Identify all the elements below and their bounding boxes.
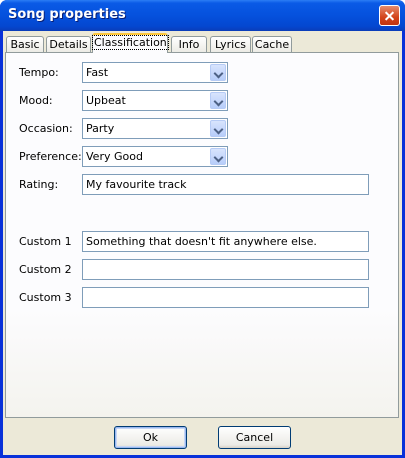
mood-label: Mood: <box>19 94 53 107</box>
tab-details[interactable]: Details <box>46 36 91 52</box>
chevron-down-icon[interactable] <box>210 148 226 165</box>
tab-label: Basic <box>10 38 40 51</box>
tempo-dropdown[interactable]: Fast <box>82 62 228 83</box>
chevron-down-icon[interactable] <box>210 120 226 137</box>
tab-label: Info <box>178 38 200 51</box>
occasion-label: Occasion: <box>19 122 73 135</box>
rating-label: Rating: <box>19 178 59 191</box>
tab-lyrics[interactable]: Lyrics <box>210 36 251 52</box>
custom2-label: Custom 2 <box>19 263 72 276</box>
tab-info[interactable]: Info <box>171 36 207 52</box>
ok-button[interactable]: Ok <box>114 426 187 449</box>
custom1-value: Something that doesn't fit anywhere else… <box>86 235 317 248</box>
tab-label: Details <box>49 38 88 51</box>
classification-panel: Tempo: Fast Mood: Upbeat Occasion: Party… <box>5 52 399 418</box>
custom1-label: Custom 1 <box>19 235 72 248</box>
song-properties-window: Song properties Basic Details Classifica… <box>0 0 405 458</box>
tab-label: Lyrics <box>215 38 246 51</box>
dialog-body: Basic Details Classification Info Lyrics… <box>3 31 402 455</box>
custom2-field[interactable] <box>82 259 369 280</box>
mood-dropdown[interactable]: Upbeat <box>82 90 228 111</box>
tab-label: Classification <box>92 35 169 50</box>
occasion-dropdown[interactable]: Party <box>82 118 228 139</box>
preference-label: Preference: <box>19 150 82 163</box>
tab-label: Cache <box>254 38 290 51</box>
tab-basic[interactable]: Basic <box>6 36 44 52</box>
window-title: Song properties <box>8 7 126 22</box>
preference-value: Very Good <box>86 150 143 163</box>
title-bar[interactable]: Song properties <box>0 0 405 31</box>
cancel-button[interactable]: Cancel <box>218 426 291 449</box>
rating-field[interactable]: My favourite track <box>82 174 369 195</box>
close-button[interactable] <box>379 5 400 26</box>
occasion-value: Party <box>86 122 115 135</box>
mood-value: Upbeat <box>86 94 126 107</box>
rating-value: My favourite track <box>86 178 187 191</box>
tempo-value: Fast <box>86 66 109 79</box>
tab-classification[interactable]: Classification <box>92 33 169 53</box>
custom3-label: Custom 3 <box>19 291 72 304</box>
preference-dropdown[interactable]: Very Good <box>82 146 228 167</box>
chevron-down-icon[interactable] <box>210 92 226 109</box>
custom3-field[interactable] <box>82 287 369 308</box>
tab-cache[interactable]: Cache <box>252 36 292 52</box>
chevron-down-icon[interactable] <box>210 64 226 81</box>
custom1-field[interactable]: Something that doesn't fit anywhere else… <box>82 231 369 252</box>
tempo-label: Tempo: <box>19 66 59 79</box>
